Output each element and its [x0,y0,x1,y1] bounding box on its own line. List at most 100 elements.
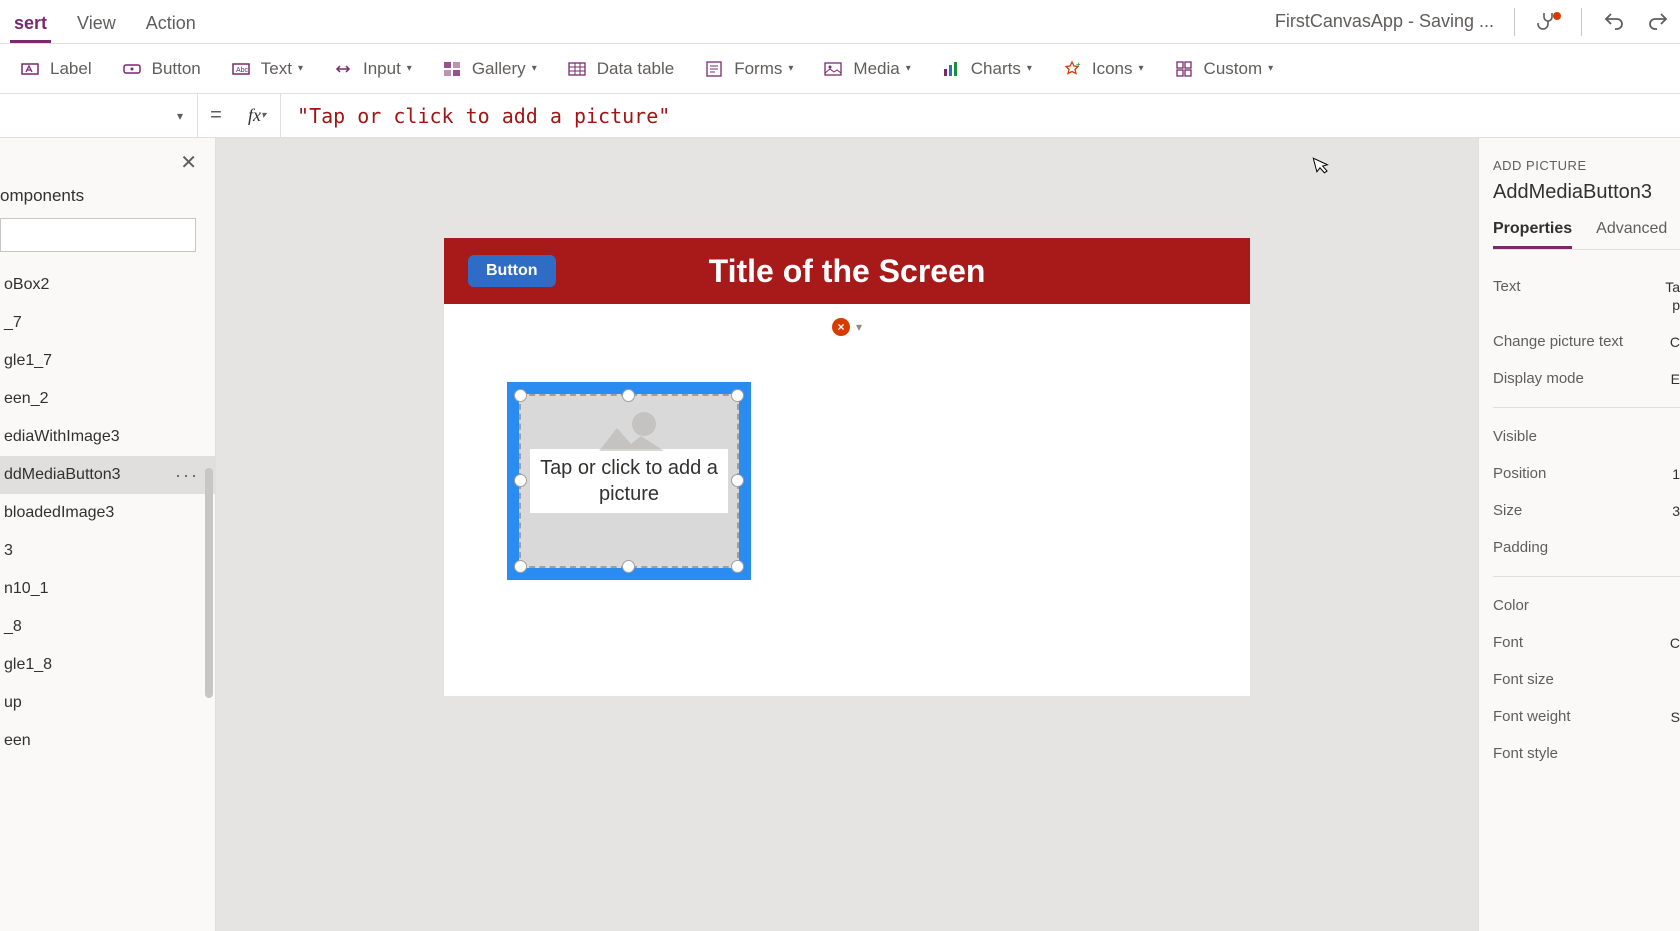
formula-bar: ▾ = fx ▾ "Tap or click to add a picture" [0,94,1680,138]
prop-label: Size [1493,502,1522,519]
tree-item-label: bloadedImage3 [4,504,114,522]
tree-item[interactable]: gle1_7 [0,342,215,380]
canvas-area[interactable]: Button Title of the Screen × ▾ Tap or cl… [216,138,1478,931]
tree-item[interactable]: bloadedImage3 [0,494,215,532]
ribbon-button[interactable]: Button [122,59,201,79]
chevron-down-icon: ▾ [1268,63,1273,74]
prop-visible[interactable]: Visible [1493,418,1680,455]
tree-item-label: gle1_7 [4,352,52,370]
redo-icon[interactable] [1646,10,1670,34]
ribbon-custom[interactable]: Custom ▾ [1174,59,1274,79]
tree-item[interactable]: _8 [0,608,215,646]
ribbon-forms[interactable]: Forms ▾ [704,59,793,79]
ribbon-gallery[interactable]: Gallery ▾ [442,59,537,79]
tree-item[interactable]: n10_1 [0,570,215,608]
resize-handle[interactable] [731,560,744,573]
prop-value: E [1671,371,1680,387]
property-selector[interactable]: ▾ [0,94,198,137]
prop-label: Font [1493,634,1523,651]
undo-icon[interactable] [1602,10,1626,34]
tree-list: oBox2 _7 gle1_7 een_2 ediaWithImage3 ddM… [0,266,215,931]
tree-item-selected[interactable]: ddMediaButton3 ··· [0,456,215,494]
ribbon-input[interactable]: Input ▾ [333,59,412,79]
tree-item-label: een_2 [4,390,49,408]
prop-change-picture-text[interactable]: Change picture text C [1493,323,1680,360]
app-screen[interactable]: Button Title of the Screen × ▾ Tap or cl… [444,238,1250,696]
ribbon-charts-text: Charts [971,59,1021,79]
ribbon-icons[interactable]: + Icons ▾ [1062,59,1144,79]
resize-handle[interactable] [514,560,527,573]
tree-item-label: ediaWithImage3 [4,428,120,446]
button-icon [122,59,142,79]
tree-item[interactable]: 3 [0,532,215,570]
ribbon-media[interactable]: Media ▾ [823,59,910,79]
datatable-icon [567,59,587,79]
prop-label: Font weight [1493,708,1571,725]
fx-label: fx [248,105,261,126]
screen-button[interactable]: Button [468,255,556,287]
resize-handle[interactable] [731,389,744,402]
tree-item[interactable]: gle1_8 [0,646,215,684]
prop-display-mode[interactable]: Display mode E [1493,360,1680,397]
divider [1581,8,1582,36]
ribbon-text[interactable]: Abc Text ▾ [231,59,303,79]
ribbon-datatable[interactable]: Data table [567,59,675,79]
resize-handle[interactable] [622,560,635,573]
chevron-down-icon: ▾ [1027,63,1032,74]
scrollbar-thumb[interactable] [205,468,213,698]
ribbon-media-text: Media [853,59,899,79]
ribbon-charts[interactable]: Charts ▾ [941,59,1032,79]
tree-item-label: _7 [4,314,22,332]
tree-search-input[interactable] [0,218,196,252]
tree-item[interactable]: ediaWithImage3 [0,418,215,456]
prop-font-size[interactable]: Font size [1493,661,1680,698]
tab-view[interactable]: View [73,5,120,43]
health-icon[interactable] [1535,10,1561,34]
tree-item-label: 3 [4,542,13,560]
tree-item-label: oBox2 [4,276,49,294]
close-icon[interactable]: ✕ [180,150,197,175]
chevron-down-icon: ▾ [532,63,537,74]
tab-properties[interactable]: Properties [1493,220,1572,249]
prop-value: C [1670,334,1680,350]
input-icon [333,59,353,79]
forms-icon [704,59,724,79]
resize-handle[interactable] [731,474,744,487]
tree-item[interactable]: up [0,684,215,722]
chevron-down-icon: ▾ [177,109,183,123]
ribbon-label[interactable]: Label [20,59,92,79]
ribbon-gallery-text: Gallery [472,59,526,79]
fx-button[interactable]: fx ▾ [234,94,281,137]
notification-dot [1553,12,1561,20]
formula-input[interactable]: "Tap or click to add a picture" [281,104,1680,128]
prop-font-weight[interactable]: Font weight S [1493,698,1680,735]
prop-font[interactable]: Font C [1493,624,1680,661]
more-icon[interactable]: ··· [175,465,199,486]
gallery-icon [442,59,462,79]
add-picture-inner[interactable]: Tap or click to add a picture [519,394,739,568]
tab-action[interactable]: Action [142,5,200,43]
props-tabs: Properties Advanced [1493,220,1680,250]
ribbon-button-text: Button [152,59,201,79]
error-indicator[interactable]: × ▾ [444,318,1250,336]
prop-padding[interactable]: Padding [1493,529,1680,566]
text-icon: Abc [231,59,251,79]
prop-value: 3 [1672,503,1680,519]
prop-position[interactable]: Position 1 [1493,455,1680,492]
prop-text-cont: p [1493,297,1680,323]
tab-insert[interactable]: sert [10,5,51,43]
tab-advanced[interactable]: Advanced [1596,220,1667,249]
control-name[interactable]: AddMediaButton3 [1493,181,1680,204]
tree-item[interactable]: oBox2 [0,266,215,304]
prop-font-style[interactable]: Font style [1493,735,1680,772]
resize-handle[interactable] [514,389,527,402]
prop-color[interactable]: Color [1493,587,1680,624]
prop-size[interactable]: Size 3 [1493,492,1680,529]
tree-item[interactable]: _7 [0,304,215,342]
tree-item[interactable]: een_2 [0,380,215,418]
prop-value: C [1670,635,1680,651]
resize-handle[interactable] [514,474,527,487]
tree-item[interactable]: een [0,722,215,760]
add-picture-control[interactable]: Tap or click to add a picture [507,382,751,580]
resize-handle[interactable] [622,389,635,402]
